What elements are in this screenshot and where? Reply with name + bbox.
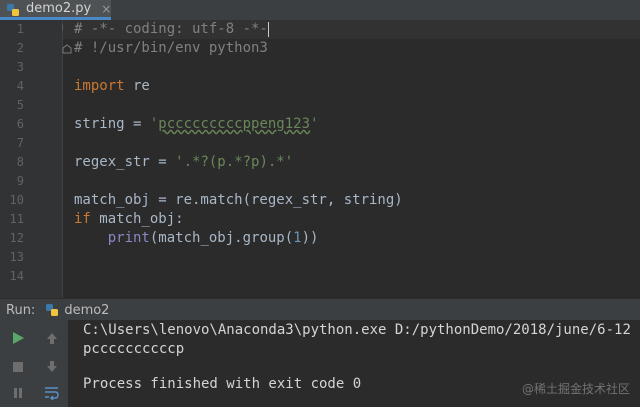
string-quote: ': [310, 116, 319, 132]
code-editor[interactable]: 1 2 3 4 5 6 7 8 9 10 11 12 13 14 # -*- c…: [0, 20, 640, 298]
line-number: 7: [16, 136, 24, 150]
line-number: 10: [9, 193, 24, 207]
tab-demo2-py[interactable]: demo2.py ×: [0, 0, 111, 20]
run-panel-header: Run: demo2: [0, 298, 640, 321]
up-arrow-icon[interactable]: [43, 329, 61, 347]
code-line-1: # -*- coding: utf-8 -*-: [74, 20, 269, 39]
line-number: 11: [9, 212, 24, 226]
line-number-gutter: 1 2 3 4 5 6 7 8 9 10 11 12 13 14: [0, 20, 63, 298]
line-number: 14: [9, 269, 24, 283]
console-command-line: C:\Users\lenovo\Anaconda3\python.exe D:/…: [83, 322, 631, 338]
line-number: 4: [16, 79, 24, 93]
number-literal: 1: [293, 230, 302, 246]
console-output-line: pccccccccccp: [83, 341, 185, 357]
string-literal: pcccccccccppeng123: [158, 116, 311, 132]
console-exit-line: Process finished with exit code 0: [83, 376, 362, 392]
code-line-12: print(match_obj.group(1)): [74, 229, 319, 248]
assignment: string =: [74, 116, 150, 132]
assignment: regex_str =: [74, 154, 176, 170]
call-close: )): [301, 230, 319, 246]
python-file-icon: [46, 304, 59, 316]
code-line-11: if match_obj:: [74, 210, 184, 229]
code-line-10: match_obj = re.match(regex_str, string): [74, 192, 403, 208]
keyword-if: if: [74, 211, 91, 227]
line-number: 5: [16, 98, 24, 112]
stop-icon[interactable]: [9, 358, 27, 376]
tab-filename: demo2.py: [26, 1, 92, 16]
run-tab-label: demo2: [64, 302, 110, 318]
line-number: 1: [16, 22, 24, 36]
line-number: 8: [16, 155, 24, 169]
soft-wrap-icon[interactable]: [43, 384, 61, 402]
code-line-2: # !/usr/bin/env python3: [74, 40, 268, 56]
pause-icon[interactable]: [9, 384, 27, 402]
keyword-import: import: [74, 78, 125, 94]
comment-text: # -*- coding: utf-8 -*-: [74, 21, 268, 37]
down-arrow-icon[interactable]: [43, 358, 61, 376]
line-number: 12: [9, 231, 24, 245]
regex-string-literal: '.*?(p.*?p).*': [175, 154, 294, 170]
line-number: 6: [16, 117, 24, 131]
close-tab-icon[interactable]: ×: [101, 2, 111, 16]
editor-tab-bar: demo2.py ×: [0, 0, 640, 21]
module-name: re: [124, 78, 150, 94]
run-toolbar: [0, 320, 68, 407]
line-number: 13: [9, 250, 24, 264]
run-icon[interactable]: [9, 329, 27, 347]
text-caret: [267, 21, 269, 37]
python-file-icon: [6, 2, 20, 16]
line-number: 9: [16, 174, 24, 188]
code-line-4: import re: [74, 77, 150, 96]
line-number: 3: [16, 60, 24, 74]
call-args: (match_obj.group(: [149, 230, 294, 246]
builtin-print: print: [107, 230, 150, 246]
run-config-tab[interactable]: demo2: [45, 303, 109, 318]
watermark: @稀土掘金技术社区: [521, 382, 630, 396]
line-number: 2: [16, 41, 24, 55]
code-line-8: regex_str = '.*?(p.*?p).*': [74, 153, 293, 172]
condition: match_obj:: [90, 211, 184, 227]
run-panel-title: Run:: [6, 302, 36, 318]
code-line-6: string = 'pcccccccccppeng123': [74, 115, 318, 134]
fold-marker-icon[interactable]: [62, 44, 72, 54]
